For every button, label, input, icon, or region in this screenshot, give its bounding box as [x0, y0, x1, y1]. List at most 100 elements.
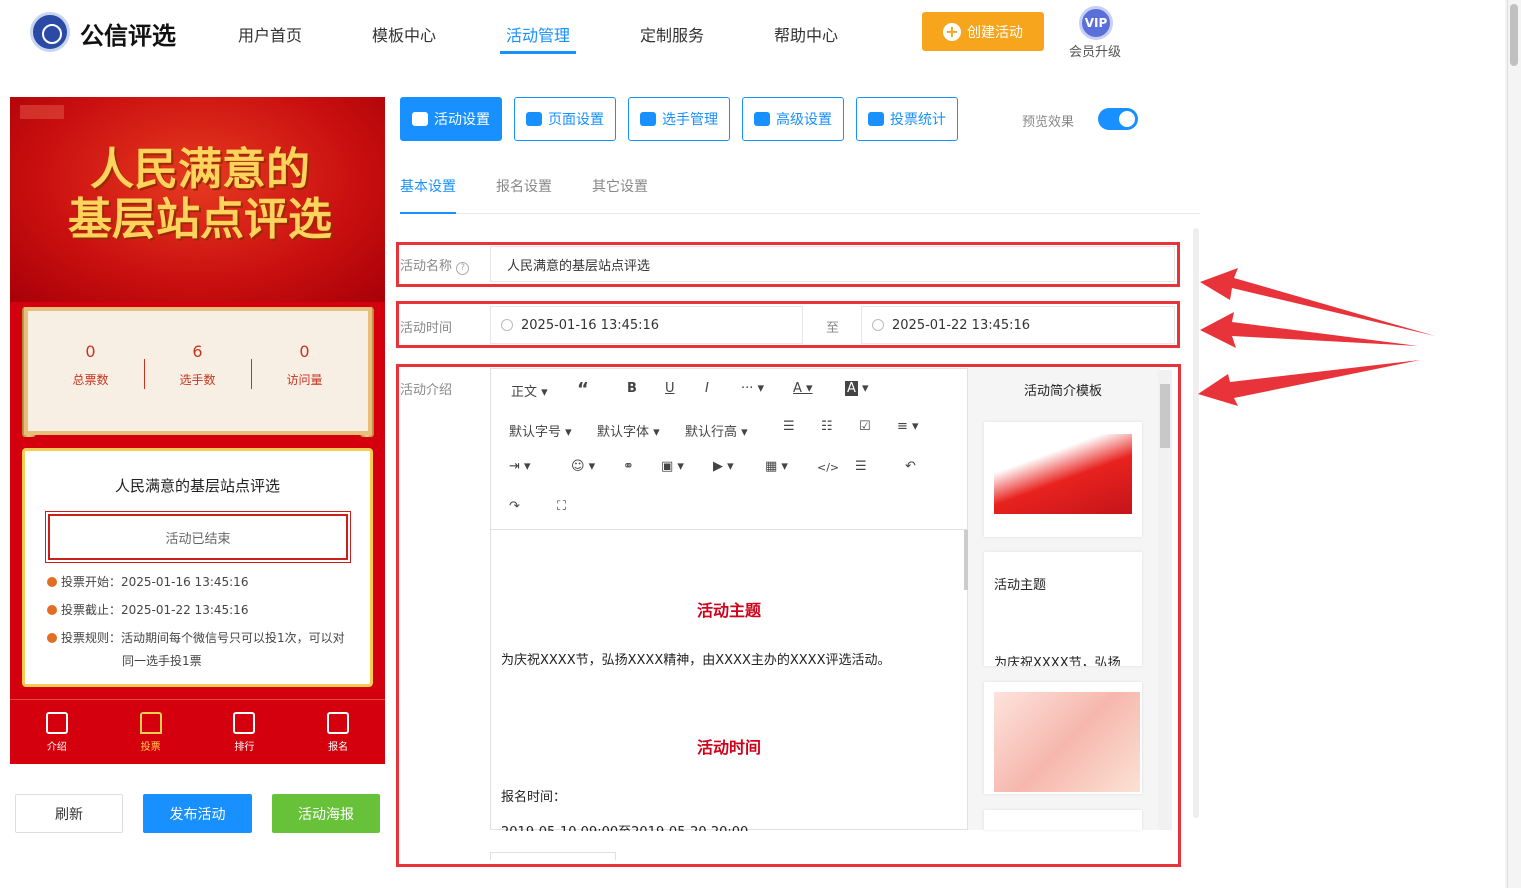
bold-button[interactable]: B [627, 381, 637, 396]
preview-toggle[interactable] [1098, 108, 1138, 130]
document-icon [45, 711, 68, 734]
paragraph-style-select[interactable]: 正文 ▾ [511, 381, 548, 400]
poster-button[interactable]: 活动海报 [272, 794, 380, 833]
font-family-select[interactable]: 默认字体 ▾ [597, 421, 660, 440]
italic-button[interactable]: I [705, 381, 709, 396]
tab-label: 选手管理 [662, 112, 718, 128]
redo-icon[interactable]: ↷ [509, 499, 520, 514]
nav-activity-management[interactable]: 活动管理 [506, 22, 570, 46]
card-title: 人民满意的基层站点评选 [114, 477, 280, 495]
preview-tab-vote[interactable]: 投票 [104, 700, 198, 764]
font-family-label: 默认字体 [597, 425, 650, 440]
template-card-title: 活动主题 [994, 578, 1047, 593]
start-time-input[interactable]: 2025-01-16 13:45:16 [490, 306, 803, 344]
preview-tab-ranking[interactable]: 排行 [198, 700, 292, 764]
table-icon[interactable]: ▦ ▾ [765, 459, 788, 474]
stat-value: 0 [299, 342, 310, 361]
help-icon[interactable]: ? [456, 262, 470, 275]
line-height-select[interactable]: 默认行高 ▾ [685, 421, 748, 440]
tab-activity-settings[interactable]: 活动设置 [400, 97, 502, 141]
end-time-input[interactable]: 2025-01-22 13:45:16 [861, 306, 1175, 344]
vip-badge-icon[interactable]: VIP [1079, 6, 1113, 40]
template-card-4[interactable] [984, 810, 1142, 830]
undo-icon[interactable]: ↶ [905, 459, 916, 474]
status-badge: 活动已结束 [45, 511, 351, 563]
nav-help[interactable]: 帮助中心 [774, 22, 838, 46]
indent-icon[interactable]: ⇥ ▾ [509, 459, 531, 474]
subtab-other[interactable]: 其它设置 [592, 176, 648, 196]
end-time-value: 2025-01-22 13:45:16 [892, 317, 1031, 333]
content-signup-time-value: 2019-05-10 09:00至2019-05-20 20:00 [501, 821, 748, 831]
brand-logo[interactable] [30, 12, 70, 52]
font-size-select[interactable]: 默认字号 ▾ [509, 421, 572, 440]
background-color-label: A [845, 381, 858, 396]
quote-icon[interactable]: “ [577, 379, 589, 400]
refresh-button[interactable]: 刷新 [15, 794, 123, 833]
checklist-icon[interactable]: ☑ [859, 419, 871, 434]
editor-bottom-tab [490, 852, 616, 860]
arrow-to-time [1200, 312, 1418, 348]
publish-button[interactable]: 发布活动 [143, 794, 252, 833]
users-icon [640, 112, 656, 126]
align-icon[interactable]: ≡ ▾ [897, 419, 919, 434]
activity-info-card: 人民满意的基层站点评选 活动已结束 投票开始：2025-01-16 13:45:… [22, 448, 373, 687]
underline-button[interactable]: U [665, 381, 675, 396]
tab-page-settings[interactable]: 页面设置 [514, 97, 616, 141]
create-activity-button[interactable]: + 创建活动 [922, 12, 1044, 51]
tab-advanced-settings[interactable]: 高级设置 [742, 97, 844, 141]
subtab-baseline [400, 213, 1200, 214]
page-scroll-thumb[interactable] [1510, 4, 1518, 66]
scrollbar-divider [1507, 0, 1508, 888]
image-icon[interactable]: ▣ ▾ [661, 459, 684, 474]
preview-tab-signup[interactable]: 报名 [291, 700, 385, 764]
subtab-signup[interactable]: 报名设置 [496, 176, 552, 196]
divider-icon[interactable]: ☰ [855, 459, 867, 474]
template-thumbnail [994, 692, 1140, 792]
stat-label: 选手数 [179, 373, 216, 387]
code-icon[interactable]: </> [817, 461, 839, 474]
content-signup-time-label: 报名时间： [501, 790, 567, 805]
template-card-1[interactable] [984, 422, 1142, 537]
more-format-button[interactable]: ··· ▾ [741, 381, 764, 396]
name-label: 活动名称 ? [400, 255, 470, 275]
content-heading-theme: 活动主题 [696, 601, 761, 620]
tab-label: 报名 [328, 741, 349, 753]
link-icon[interactable]: ⚭ [623, 459, 634, 474]
vote-rule-line: 投票规则：活动期间每个微信号只可以投1次，可以对 [47, 627, 345, 649]
template-scroll-thumb[interactable] [1160, 384, 1170, 448]
template-panel: 活动简介模板 活动主题 为庆祝XXXX节，弘扬 [968, 368, 1160, 830]
vote-end-text: 投票截止：2025-01-22 13:45:16 [61, 603, 249, 617]
more-format-label: ··· [741, 381, 754, 396]
brand-name[interactable]: 公信评选 [80, 16, 176, 51]
fullscreen-icon[interactable]: ⛶ [557, 499, 566, 514]
editor-toolbar: 正文 ▾ “ B U I ··· ▾ A ▾ A ▾ 默认字号 ▾ 默认字体 ▾… [491, 369, 967, 530]
video-icon[interactable]: ▶ ▾ [713, 459, 734, 474]
nav-templates[interactable]: 模板中心 [372, 22, 436, 46]
vip-upgrade-link[interactable]: 会员升级 [1069, 41, 1121, 60]
background-color-button[interactable]: A ▾ [845, 381, 869, 396]
annotation-arrows [1198, 268, 1435, 406]
emoji-icon[interactable]: ☺ ▾ [571, 459, 595, 474]
bullet-list-icon[interactable]: ☰ [783, 419, 795, 434]
tab-vote-statistics[interactable]: 投票统计 [856, 97, 958, 141]
template-card-2[interactable]: 活动主题 为庆祝XXXX节，弘扬 [984, 552, 1142, 666]
subtab-basic[interactable]: 基本设置 [400, 176, 456, 196]
activity-name-input[interactable]: 人民满意的基层站点评选 [490, 246, 1175, 282]
stat-visits: 0 访问量 [252, 342, 357, 388]
font-color-button[interactable]: A ▾ [793, 381, 813, 396]
preview-banner-title: 人民满意的 基层站点评选 [40, 145, 360, 245]
tab-label: 排行 [234, 741, 255, 753]
nav-custom-service[interactable]: 定制服务 [640, 22, 704, 46]
preview-tab-intro[interactable]: 介绍 [10, 700, 104, 764]
tab-candidate-management[interactable]: 选手管理 [628, 97, 730, 141]
template-card-3[interactable] [984, 682, 1142, 794]
numbered-list-icon[interactable]: ☷ [821, 419, 833, 434]
tab-label: 高级设置 [776, 112, 832, 128]
banner-title-line-2: 基层站点评选 [68, 194, 332, 245]
clock-icon [872, 319, 884, 331]
sliders-icon [754, 112, 770, 126]
intro-label: 活动介绍 [400, 383, 453, 398]
vote-start-line: 投票开始：2025-01-16 13:45:16 [47, 571, 248, 593]
editor-content[interactable]: 活动主题 为庆祝XXXX节，弘扬XXXX精神，由XXXX主办的XXXX评选活动。… [491, 531, 967, 831]
nav-home[interactable]: 用户首页 [238, 22, 302, 46]
